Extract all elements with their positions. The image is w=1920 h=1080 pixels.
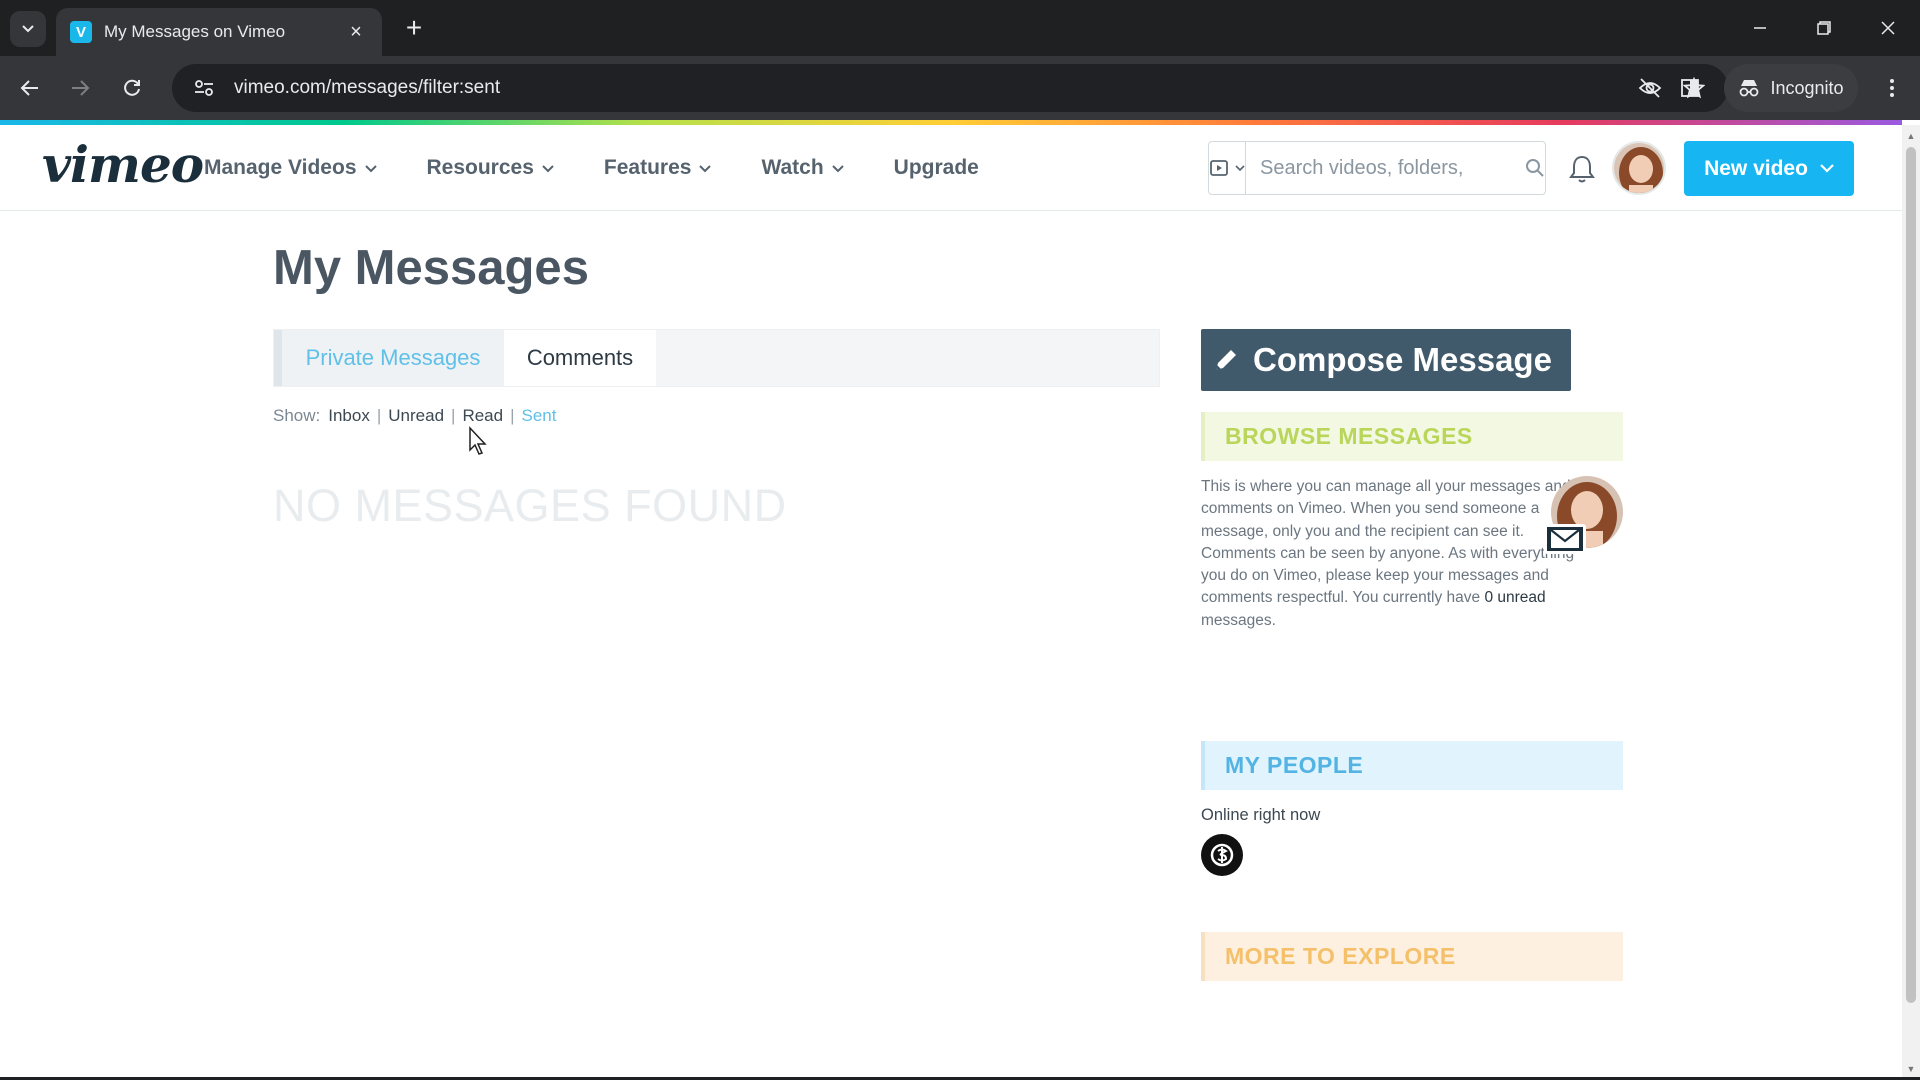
new-tab-icon[interactable]: + <box>398 12 430 44</box>
scroll-down-arrow-icon[interactable]: ▼ <box>1902 1060 1920 1078</box>
page-scrollbar[interactable]: ▲ ▼ <box>1902 125 1920 1080</box>
search-type-dropdown[interactable] <box>1209 142 1246 194</box>
nav-features[interactable]: Features <box>604 156 712 180</box>
vimeo-logo[interactable]: vimeo <box>42 135 204 194</box>
main-nav: Manage Videos Resources Features Watch U… <box>204 125 1029 211</box>
filter-separator: | <box>451 406 456 425</box>
tab-title: My Messages on Vimeo <box>104 22 286 41</box>
close-window-icon[interactable] <box>1856 0 1920 56</box>
chevron-down-icon <box>542 160 554 176</box>
compose-message-button[interactable]: Compose Message <box>1201 329 1571 391</box>
message-filter: Show: Inbox | Unread | Read | Sent <box>273 406 557 426</box>
nav-resources[interactable]: Resources <box>427 156 554 180</box>
eye-off-icon[interactable] <box>1632 70 1668 106</box>
envelope-icon <box>1544 524 1586 554</box>
search-icon[interactable] <box>1525 158 1545 178</box>
restore-icon[interactable] <box>1792 0 1856 56</box>
user-avatar[interactable] <box>1612 141 1666 195</box>
incognito-icon <box>1740 80 1759 97</box>
tab-search-button[interactable] <box>10 11 46 47</box>
my-people-heading: MY PEOPLE <box>1201 741 1623 790</box>
filter-separator: | <box>510 406 515 425</box>
chevron-down-icon <box>1235 164 1245 171</box>
window-controls <box>1728 0 1920 56</box>
nav-label: Features <box>603 156 692 179</box>
online-now-label: Online right now <box>1201 806 1321 824</box>
chevron-down-icon <box>22 25 34 33</box>
kebab-menu-icon[interactable] <box>1874 70 1910 106</box>
nav-label: Manage Videos <box>204 156 357 179</box>
site-info-icon[interactable] <box>188 72 220 104</box>
tab-private-messages[interactable]: Private Messages <box>274 330 504 386</box>
reload-icon[interactable] <box>114 70 150 106</box>
search-box <box>1208 141 1546 195</box>
filter-sent[interactable]: Sent <box>522 406 557 426</box>
side-panel-icon[interactable] <box>1672 70 1708 106</box>
tab-comments[interactable]: Comments <box>504 330 656 386</box>
browser-tab[interactable]: V My Messages on Vimeo × <box>56 8 382 56</box>
chevron-down-icon <box>1820 164 1834 173</box>
compose-label: Compose Message <box>1253 341 1552 378</box>
browse-text-end: messages. <box>1201 611 1276 629</box>
mouse-cursor-icon <box>468 426 488 461</box>
scroll-up-arrow-icon[interactable]: ▲ <box>1902 127 1920 145</box>
chevron-down-icon <box>699 160 712 176</box>
nav-watch[interactable]: Watch <box>761 156 844 180</box>
minimize-icon[interactable] <box>1728 0 1792 56</box>
new-video-label: New video <box>1704 156 1808 180</box>
more-to-explore-heading: MORE TO EXPLORE <box>1201 932 1623 981</box>
filter-separator: | <box>376 406 382 425</box>
address-bar[interactable]: vimeo.com/messages/filter:sent <box>172 64 1728 112</box>
incognito-indicator[interactable]: Incognito <box>1724 64 1858 112</box>
vimeo-favicon-icon: V <box>70 21 92 43</box>
forward-arrow-icon[interactable] <box>62 70 98 106</box>
browse-messages-heading: BROWSE MESSAGES <box>1201 412 1623 461</box>
new-video-button[interactable]: New video <box>1684 141 1854 196</box>
browse-text: This is where you can manage all your me… <box>1201 478 1575 607</box>
chevron-down-icon <box>364 160 377 176</box>
site-header: vimeo Manage Videos Resources Features W… <box>0 125 1902 211</box>
online-person-icon <box>1210 843 1234 867</box>
nav-manage-videos[interactable]: Manage Videos <box>204 156 377 180</box>
video-icon <box>1210 160 1228 176</box>
nav-label: Upgrade <box>893 156 979 179</box>
browse-messages-description: This is where you can manage all your me… <box>1201 476 1581 632</box>
incognito-label: Incognito <box>1770 77 1844 98</box>
browser-tab-strip: V My Messages on Vimeo × + <box>0 0 1920 56</box>
search-input[interactable] <box>1246 156 1525 180</box>
scrollbar-thumb[interactable] <box>1906 147 1916 1003</box>
close-tab-icon[interactable]: × <box>344 21 368 44</box>
nav-label: Watch <box>761 156 824 179</box>
notifications-bell-icon[interactable] <box>1566 153 1598 185</box>
page-title: My Messages <box>273 241 589 295</box>
filter-show-label: Show: <box>273 406 321 425</box>
chevron-down-icon <box>831 160 844 176</box>
empty-state-text: NO MESSAGES FOUND <box>273 480 787 531</box>
filter-inbox[interactable]: Inbox <box>328 406 370 426</box>
browser-toolbar: vimeo.com/messages/filter:sent Incognito <box>0 56 1920 120</box>
nav-upgrade[interactable]: Upgrade <box>894 156 979 180</box>
filter-unread[interactable]: Unread <box>388 406 444 426</box>
nav-label: Resources <box>426 156 534 179</box>
online-person-avatar[interactable] <box>1201 834 1243 876</box>
back-arrow-icon[interactable] <box>12 70 48 106</box>
filter-read[interactable]: Read <box>462 406 503 426</box>
messages-tab-bar: Private Messages Comments <box>273 329 1160 387</box>
url-text[interactable]: vimeo.com/messages/filter:sent <box>234 77 1624 99</box>
pencil-icon <box>1216 350 1236 370</box>
unread-count: 0 unread <box>1484 589 1546 607</box>
